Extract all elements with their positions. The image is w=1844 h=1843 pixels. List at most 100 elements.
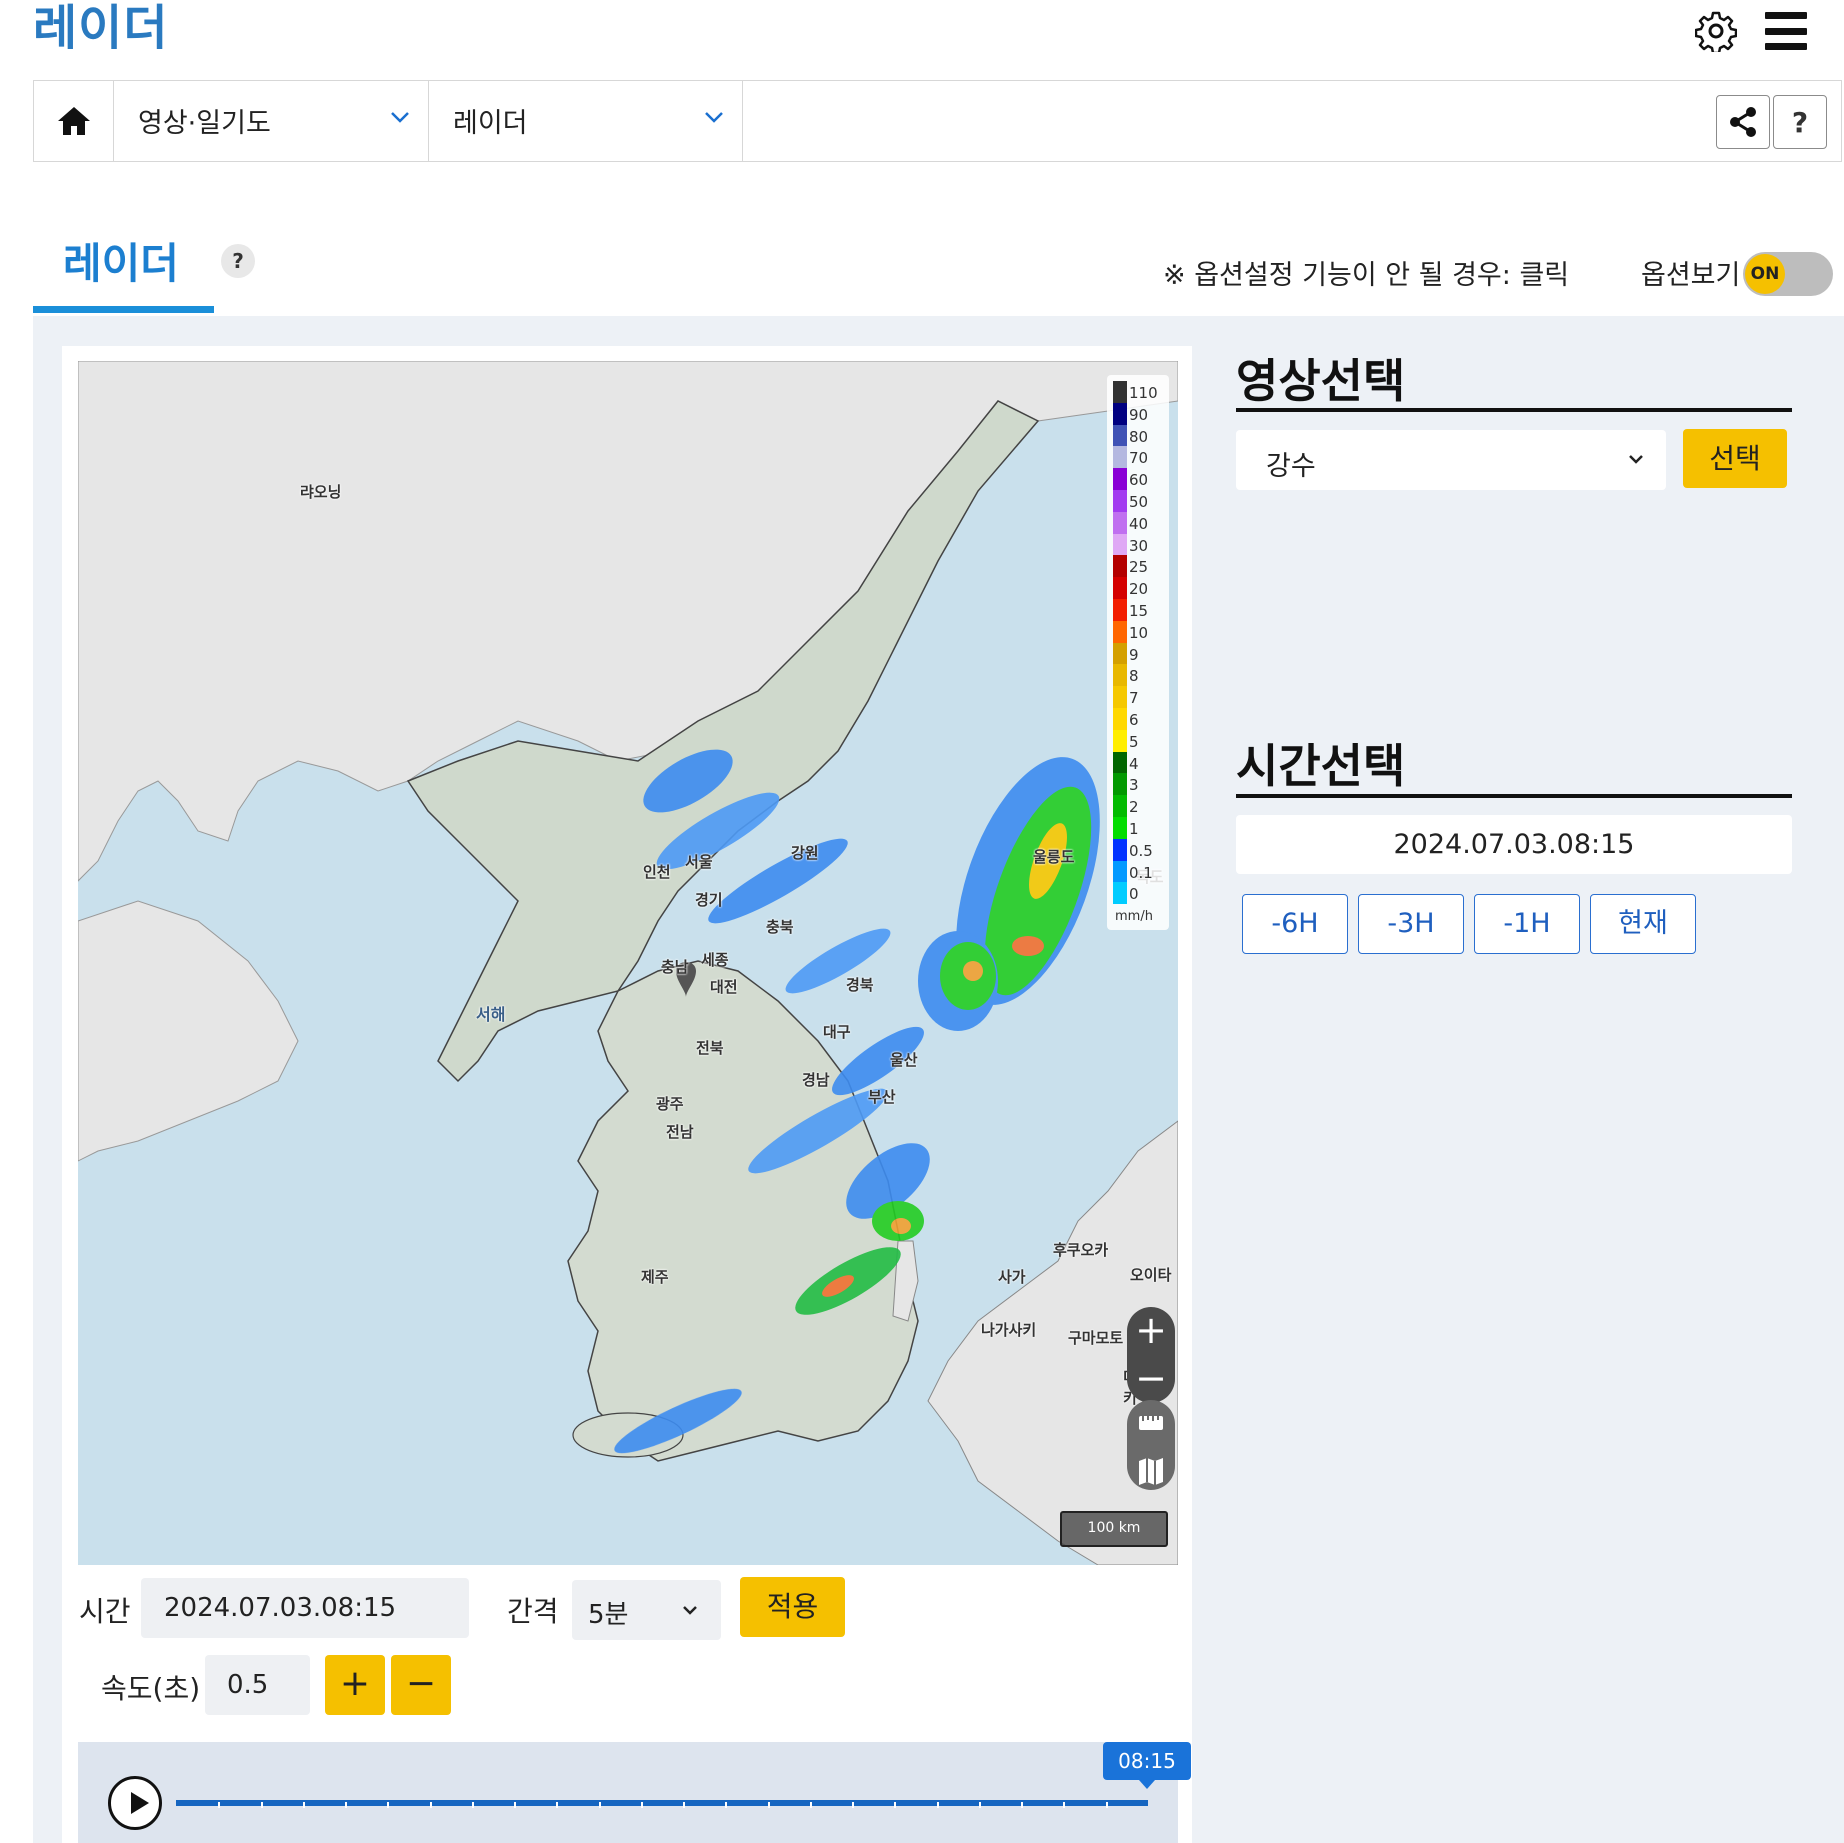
timeline-tick	[1105, 1802, 1108, 1808]
minus-1h-button[interactable]: -1H	[1474, 894, 1580, 954]
option-toggle-state: ON	[1745, 254, 1785, 294]
legend-entry: 60	[1113, 468, 1163, 491]
option-note-link[interactable]: ※ 옵션설정 기능이 안 될 경우: 클릭	[1163, 253, 1569, 292]
map-label-fukuoka: 후쿠오카	[1053, 1241, 1109, 1259]
timeline-tick	[218, 1802, 221, 1808]
timeline-tick	[345, 1802, 348, 1808]
legend-swatch	[1113, 533, 1127, 556]
legend-value: 80	[1129, 427, 1149, 446]
legend-swatch	[1113, 686, 1127, 709]
legend-entry: 20	[1113, 577, 1163, 600]
image-type-select[interactable]: 강수	[1236, 430, 1666, 490]
breadcrumb: 영상·일기도 레이더 ?	[33, 80, 1842, 162]
legend-entry: 90	[1113, 402, 1163, 425]
legend-entry: 3	[1113, 773, 1163, 796]
legend-value: 4	[1129, 754, 1139, 773]
now-button[interactable]: 현재	[1590, 894, 1696, 954]
time-label: 시간	[79, 1595, 131, 1628]
timeline-tick	[894, 1802, 897, 1808]
home-button[interactable]	[34, 81, 114, 161]
timeline-tick	[1063, 1802, 1066, 1808]
breadcrumb-category-label: 영상·일기도	[138, 108, 271, 139]
timeline-tick	[556, 1802, 559, 1808]
legend-entry: 4	[1113, 751, 1163, 774]
map-label-saga: 사가	[998, 1268, 1026, 1286]
map-label-daegu: 대구	[823, 1023, 851, 1041]
legend-entry: 8	[1113, 664, 1163, 687]
gear-icon	[1695, 11, 1737, 52]
help-button[interactable]: ?	[1773, 95, 1827, 149]
zoom-control: + −	[1127, 1307, 1175, 1403]
map-label-jeju: 제주	[641, 1268, 669, 1286]
breadcrumb-select-page[interactable]: 레이더	[429, 81, 743, 161]
legend-entry: 5	[1113, 729, 1163, 752]
legend-swatch	[1113, 381, 1127, 403]
legend-value: 9	[1129, 645, 1139, 664]
legend-value: 70	[1129, 449, 1149, 468]
legend-value: 0.1	[1129, 863, 1153, 882]
map-label-daejeon: 대전	[710, 978, 738, 996]
map-layer-icon[interactable]	[1127, 1449, 1175, 1494]
legend-entry: 30	[1113, 533, 1163, 556]
section-title: 레이더	[63, 239, 179, 288]
minus-3h-button[interactable]: -3H	[1358, 894, 1464, 954]
share-button[interactable]	[1716, 95, 1770, 149]
legend-value: 0	[1129, 885, 1139, 904]
legend-entry: 50	[1113, 490, 1163, 512]
legend-entry: 6	[1113, 708, 1163, 730]
timeline-tick	[429, 1802, 432, 1808]
image-select-button[interactable]: 선택	[1683, 429, 1787, 488]
timeline-current-time[interactable]: 08:15	[1103, 1742, 1191, 1789]
legend-entry: 2	[1113, 795, 1163, 818]
map-label-incheon: 인천	[643, 863, 671, 881]
legend-entry: 0.1	[1113, 860, 1163, 883]
legend-swatch	[1113, 664, 1127, 687]
map-label-ulsan: 울산	[890, 1051, 918, 1069]
apply-button[interactable]: 적용	[740, 1577, 845, 1637]
legend-entry: 1	[1113, 817, 1163, 839]
legend-swatch	[1113, 446, 1127, 469]
legend-swatch	[1113, 817, 1127, 839]
legend-value: 40	[1129, 514, 1149, 533]
map-label-nagasaki: 나가사키	[981, 1321, 1037, 1339]
play-button[interactable]	[108, 1776, 162, 1830]
option-toggle[interactable]: ON	[1743, 252, 1833, 296]
legend-value: 3	[1129, 776, 1139, 795]
radar-map[interactable]: 랴오닝 서해 인천 서울 경기 강원 충북 충남 세종 대전 경북 전북 대구 …	[78, 361, 1178, 1565]
section-help-button[interactable]: ?	[221, 244, 255, 278]
zoom-in-button[interactable]: +	[1127, 1307, 1175, 1355]
share-icon	[1730, 107, 1756, 137]
timeline-tick	[471, 1802, 474, 1808]
legend-swatch	[1113, 555, 1127, 578]
zoom-out-button[interactable]: −	[1127, 1355, 1175, 1403]
timeline-track[interactable]	[176, 1800, 1148, 1806]
breadcrumb-select-category[interactable]: 영상·일기도	[114, 81, 429, 161]
timeline-tick	[1021, 1802, 1024, 1808]
legend-value: 15	[1129, 602, 1149, 620]
legend-value: 50	[1129, 493, 1149, 511]
legend-swatch	[1113, 708, 1127, 730]
map-label-jeonbuk: 전북	[696, 1039, 724, 1057]
interval-select[interactable]: 5분	[572, 1580, 721, 1640]
minus-6h-button[interactable]: -6H	[1242, 894, 1348, 954]
map-label-sejong: 세종	[701, 951, 729, 969]
timeline-tick	[978, 1802, 981, 1808]
image-select-rule	[1236, 408, 1792, 412]
image-type-value: 강수	[1266, 451, 1316, 482]
time-input[interactable]: 2024.07.03.08:15	[141, 1578, 469, 1638]
legend-swatch	[1113, 773, 1127, 796]
menu-button[interactable]	[1761, 6, 1811, 56]
map-label-gyeonggi: 경기	[695, 891, 723, 909]
speed-input[interactable]: 0.5	[205, 1655, 310, 1715]
legend-value: 8	[1129, 667, 1139, 686]
speed-plus-button[interactable]: +	[325, 1655, 385, 1715]
settings-button[interactable]	[1691, 6, 1741, 56]
legend-entry: 110	[1113, 381, 1163, 403]
timeline-tick	[260, 1802, 263, 1808]
legend-value: 90	[1129, 405, 1149, 424]
timeline-tick	[683, 1802, 686, 1808]
speed-minus-button[interactable]: −	[391, 1655, 451, 1715]
ruler-icon[interactable]	[1127, 1400, 1175, 1445]
legend-value: 1	[1129, 820, 1139, 838]
map-label-chungnam: 충남	[661, 958, 689, 976]
